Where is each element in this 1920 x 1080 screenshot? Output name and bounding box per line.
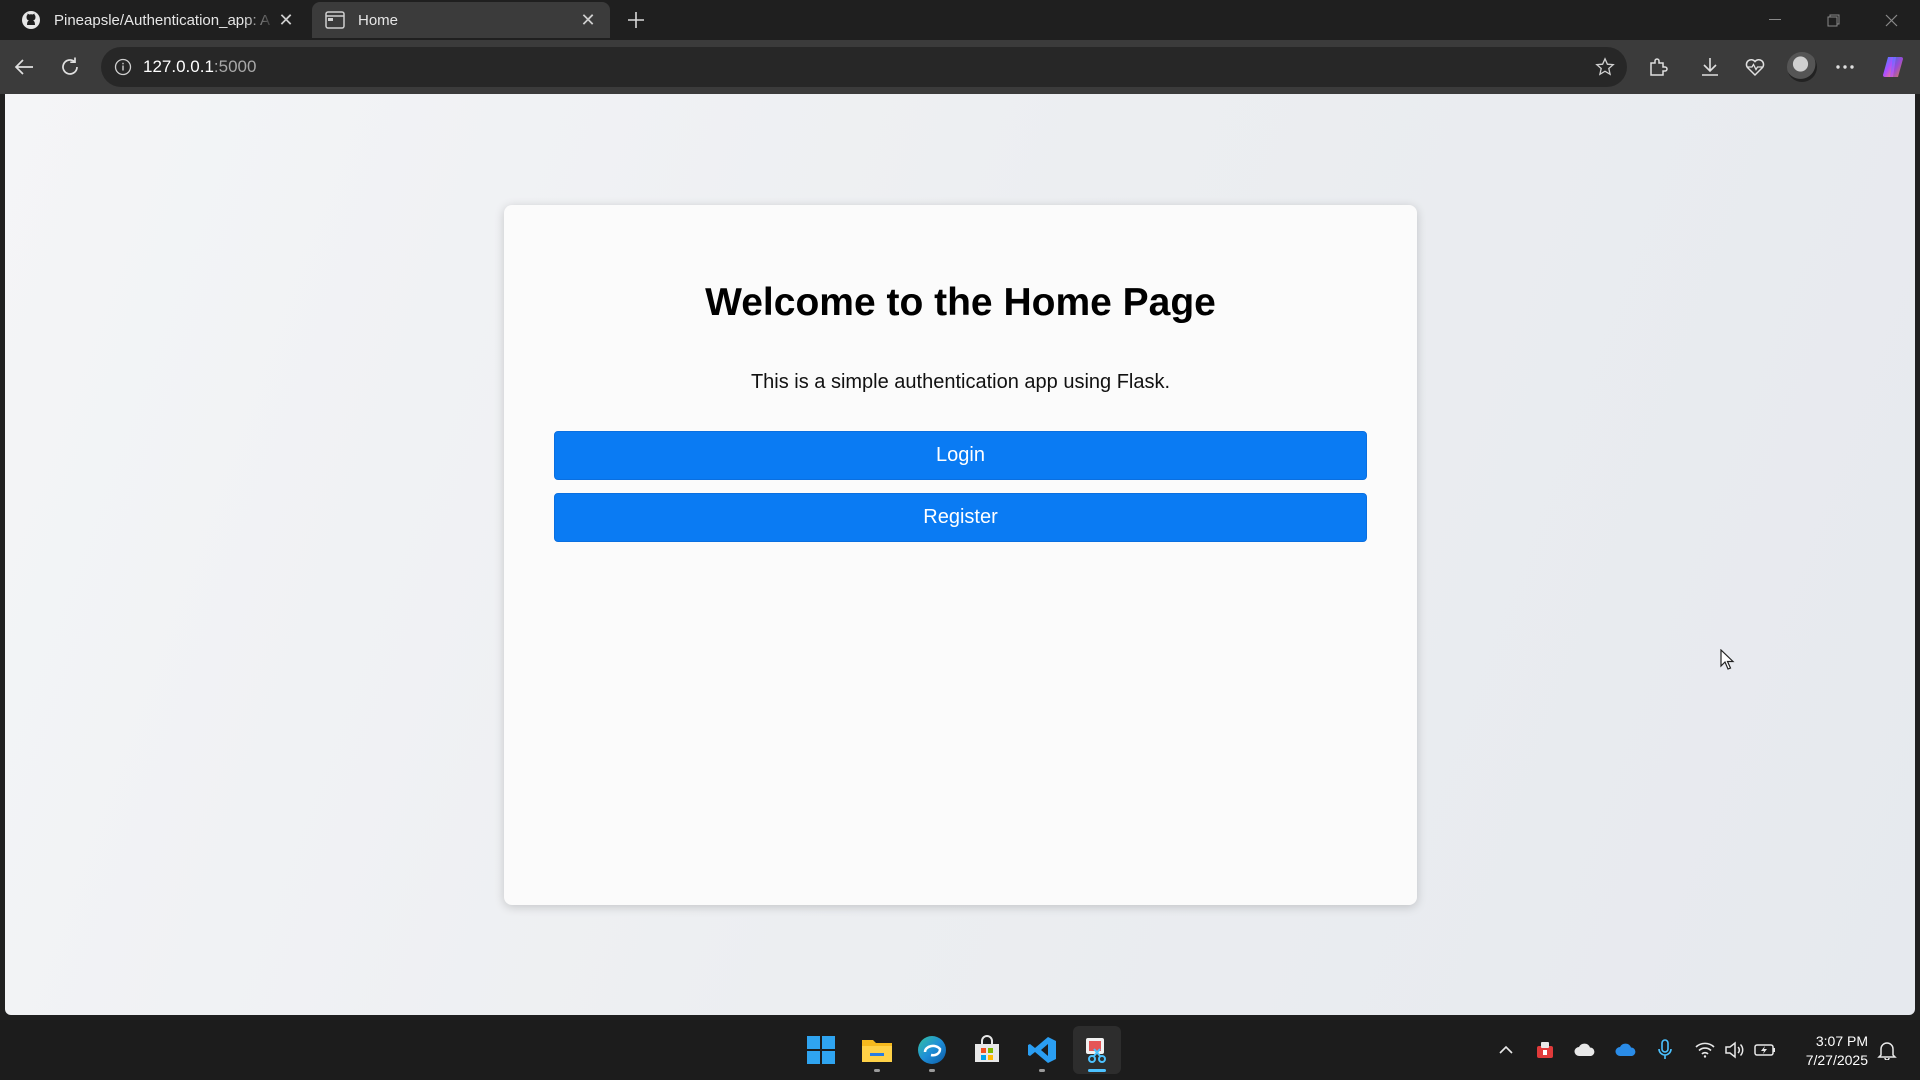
wifi-icon[interactable] [1690,1034,1720,1066]
mouse-cursor-icon [1720,649,1735,670]
notification-bell-icon[interactable] [1872,1034,1902,1066]
edge-icon[interactable] [908,1026,956,1074]
back-icon[interactable] [8,51,40,83]
snipping-tool-icon[interactable] [1073,1026,1121,1074]
onedrive-icon[interactable] [1611,1034,1641,1066]
login-button[interactable]: Login [554,431,1367,480]
restore-icon[interactable] [1805,0,1861,40]
running-indicator [1088,1069,1106,1072]
url-port: :5000 [213,57,257,76]
download-icon[interactable] [1694,51,1726,83]
store-icon[interactable] [963,1026,1011,1074]
tab-title: Pineapsle/Authentication_app: A [54,11,270,29]
battery-icon[interactable] [1750,1034,1780,1066]
extensions-icon[interactable] [1642,51,1674,83]
start-icon[interactable] [797,1026,845,1074]
close-icon[interactable]: ✕ [578,10,598,30]
file-explorer-icon[interactable] [853,1026,901,1074]
home-card: Welcome to the Home Page This is a simpl… [504,205,1417,905]
new-tab-button[interactable] [622,6,650,34]
clock-date: 7/27/2025 [1805,1052,1868,1068]
tab-bar: Pineapsle/Authentication_app: A ✕ Home ✕ [0,0,1920,40]
more-icon[interactable] [1829,51,1861,83]
favorite-star-icon[interactable] [1593,55,1617,79]
close-icon[interactable]: ✕ [276,10,296,30]
volume-icon[interactable] [1720,1034,1750,1066]
copilot-icon[interactable] [1877,51,1909,83]
taskbar: 3:07 PM 7/27/2025 [0,1020,1920,1080]
tab-home[interactable]: Home ✕ [312,2,610,38]
page-title: Welcome to the Home Page [705,281,1216,324]
register-button[interactable]: Register [554,493,1367,542]
tab-title: Home [358,11,399,29]
tab-github[interactable]: Pineapsle/Authentication_app: A ✕ [8,2,308,38]
url-text: 127.0.0.1:5000 [143,57,256,77]
browser-toolbar: 127.0.0.1:5000 [0,40,1920,94]
page-description: This is a simple authentication app usin… [750,371,1171,393]
system-clock[interactable]: 3:07 PM 7/27/2025 [1780,1032,1868,1070]
minimize-icon[interactable] [1747,0,1803,40]
running-indicator [874,1069,880,1072]
running-indicator [1039,1069,1045,1072]
browser-essentials-icon[interactable] [1739,51,1771,83]
close-window-icon[interactable] [1863,0,1919,40]
github-icon [20,9,42,31]
microphone-icon[interactable] [1650,1034,1680,1066]
reload-icon[interactable] [54,51,86,83]
running-indicator [929,1069,935,1072]
address-bar[interactable]: 127.0.0.1:5000 [101,47,1627,87]
chevron-up-icon[interactable] [1491,1034,1521,1066]
vscode-icon[interactable] [1018,1026,1066,1074]
cloud-icon[interactable] [1570,1034,1600,1066]
app-tray-icon[interactable] [1530,1034,1560,1066]
info-icon[interactable] [111,55,135,79]
page-viewport: Welcome to the Home Page This is a simpl… [5,94,1915,1015]
profile-avatar[interactable] [1787,52,1817,82]
url-host: 127.0.0.1 [143,57,214,76]
page-icon [324,9,346,31]
clock-time: 3:07 PM [1815,1033,1868,1049]
